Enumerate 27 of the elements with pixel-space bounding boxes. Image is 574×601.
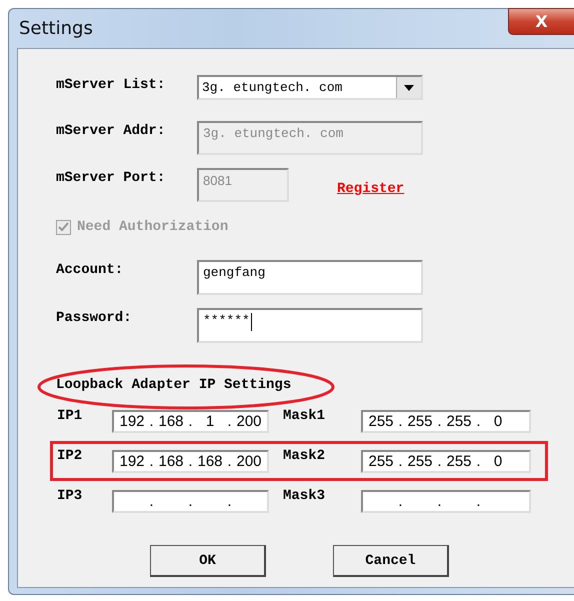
ip-field[interactable]: 192 . 168 . 168 . 200 [112,450,269,472]
password-field[interactable]: ****** [197,308,423,343]
mask-field[interactable]: . . . [361,490,531,512]
input-field[interactable]: gengfang [197,260,423,295]
window-title: Settings [19,18,93,39]
ip-field[interactable]: 192 . 168 . 1 . 200 [112,410,269,432]
field-label: mServer Port: [56,169,166,186]
close-button[interactable]: X [508,8,574,35]
field-label: IP1 [57,407,84,424]
field-label: Password: [56,309,133,326]
cancel-button[interactable]: Cancel [333,545,449,577]
field-label: mServer Addr: [56,122,166,139]
field-label: Mask1 [283,407,326,424]
field-label: Mask2 [283,447,326,464]
register-link[interactable]: Register [337,181,404,197]
checkbox-label: Need Authorization [77,219,228,235]
field-label: IP3 [57,487,84,504]
ok-button[interactable]: OK [150,545,266,577]
field-label: Mask3 [283,487,326,504]
mask-field[interactable]: 255 . 255 . 255 . 0 [361,450,531,472]
ip-field[interactable]: . . . [112,490,269,512]
section-heading: Loopback Adapter IP Settings [56,377,292,393]
field-label: IP2 [57,447,84,464]
field-label: mServer List: [56,76,166,93]
mask-field[interactable]: 255 . 255 . 255 . 0 [361,410,531,432]
server-dropdown[interactable]: 3g. etungtech. com [197,75,423,100]
field-label: Account: [56,261,124,278]
